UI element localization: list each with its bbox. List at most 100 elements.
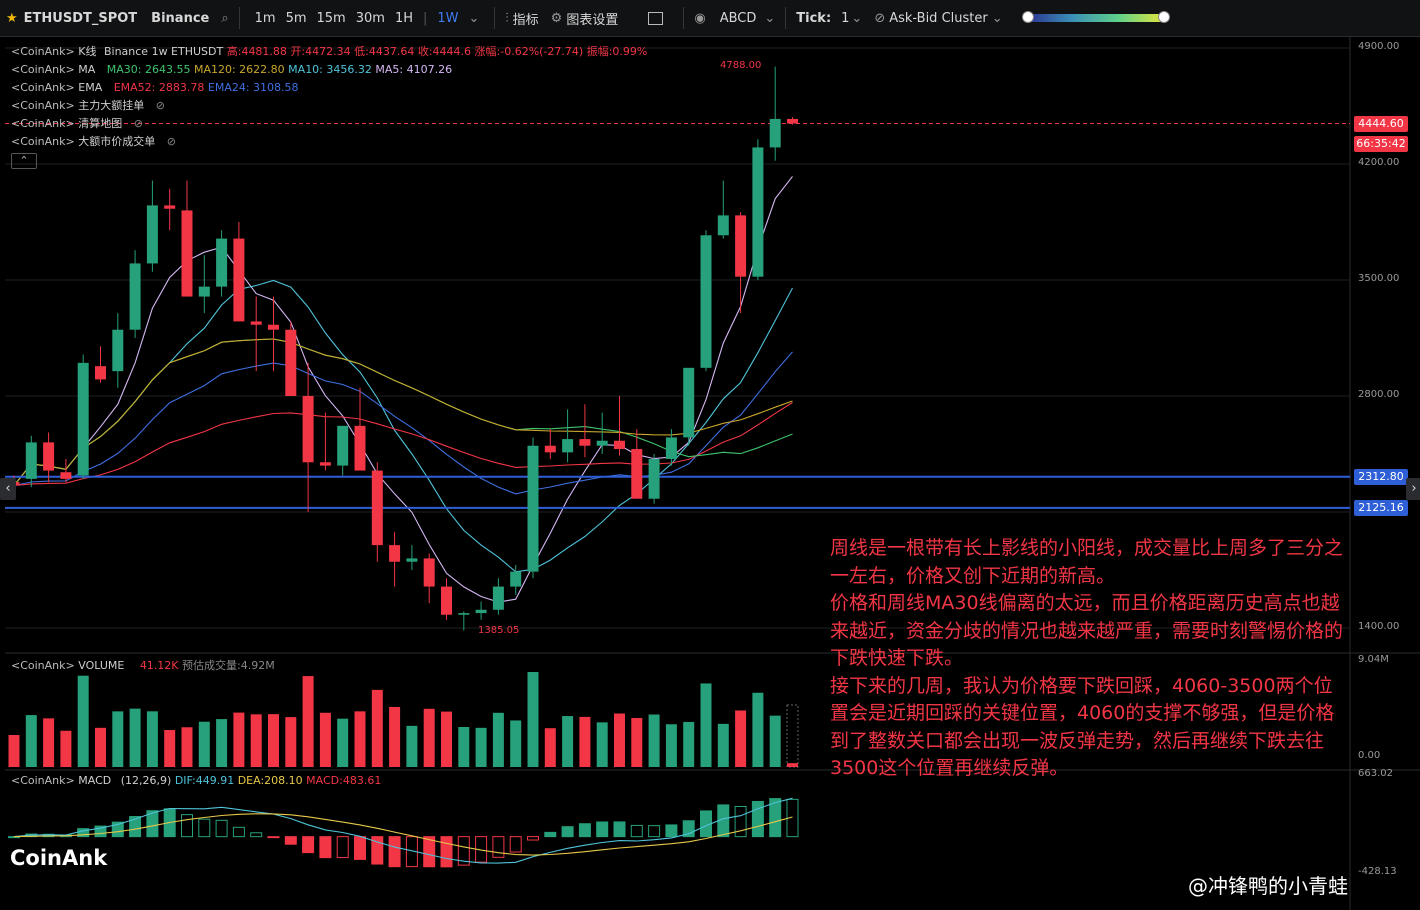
note-paragraph: 周线是一根带有长上影线的小阳线，成交量比上周多了三分之一左右，价格又创下近期的新…	[830, 537, 1344, 587]
legend-ma5: MA5: 4107.26	[375, 63, 453, 76]
volume-bar	[319, 712, 331, 767]
legend-source: <CoinAnk>	[11, 99, 75, 112]
macd-histogram-bar	[354, 836, 366, 860]
candle-body	[562, 439, 574, 453]
legend-name: K线	[78, 45, 97, 58]
analysis-note: 周线是一根带有长上影线的小阳线，成交量比上周多了三分之一左右，价格又创下近期的新…	[830, 535, 1350, 783]
candle-body	[319, 462, 331, 466]
eye-off-icon[interactable]: ⊘	[156, 99, 165, 112]
scroll-left-button[interactable]: ‹	[0, 478, 16, 500]
candle-body	[354, 425, 366, 471]
legend-name: EMA	[78, 81, 103, 94]
legend-high: 高:4481.88	[226, 45, 287, 58]
tick-label: Tick:	[796, 10, 832, 26]
volume-bar	[371, 689, 383, 767]
candle-body	[233, 238, 245, 322]
legend-dif: DIF:449.91	[174, 774, 235, 787]
legend-ma: <CoinAnk> MA MA30: 2643.55 MA120: 2622.8…	[11, 63, 452, 77]
volume-bar	[735, 710, 747, 767]
chevron-down-icon[interactable]: ⌄	[464, 11, 485, 26]
coinank-watermark: CoinAnk	[10, 846, 108, 870]
star-icon[interactable]: ★	[6, 11, 18, 26]
scroll-right-button[interactable]: ›	[1406, 478, 1420, 500]
legend-name: VOLUME	[78, 659, 125, 672]
volume-bar	[112, 711, 124, 767]
volume-bar	[631, 717, 643, 767]
legend-ma30: MA30: 2643.55	[106, 63, 191, 76]
symbol-selector[interactable]: ★ ETHUSDT_SPOT Binance ⌕	[0, 0, 235, 36]
heatmap-gradient-slider[interactable]	[1021, 11, 1170, 23]
legend-low: 低:4437.64	[354, 45, 415, 58]
legend-dea: DEA:208.10	[237, 774, 303, 787]
candle-body	[492, 586, 504, 610]
candle-body	[146, 205, 158, 264]
current-price-tag: 4444.60	[1354, 116, 1408, 132]
divider	[238, 7, 240, 29]
interval-30m[interactable]: 30m	[351, 11, 390, 26]
candle-body	[406, 558, 418, 562]
volume-bar	[458, 727, 470, 767]
candle-body	[164, 205, 176, 209]
legend-source: <CoinAnk>	[11, 659, 75, 672]
legend-ema: <CoinAnk> EMA EMA52: 2883.78 EMA24: 3108…	[11, 81, 299, 95]
candle-body	[77, 362, 89, 476]
collapse-legend-button[interactable]: ⌃	[11, 153, 37, 169]
candle-body	[683, 367, 695, 438]
square-icon	[648, 11, 664, 25]
volume-bar	[700, 683, 712, 767]
divider	[683, 7, 685, 29]
divider	[494, 7, 496, 29]
interval-15m[interactable]: 15m	[312, 11, 351, 26]
macd-histogram-bar	[440, 836, 453, 868]
interval-1w[interactable]: 1W	[432, 11, 463, 26]
legend-large-trades: <CoinAnk> 大额市价成交单 ⊘	[11, 135, 176, 149]
candle-body	[648, 458, 660, 499]
chart-settings-button[interactable]: ⚙ 图表设置	[545, 0, 625, 36]
chevron-down-icon: ⌄	[764, 10, 776, 26]
legend-macd-value: MACD:483.61	[306, 774, 382, 787]
legend-kline: <CoinAnk> K线 Binance 1w ETHUSDT 高:4481.8…	[11, 45, 647, 59]
slider-handle-left[interactable]	[1021, 11, 1034, 23]
interval-5m[interactable]: 5m	[281, 11, 312, 26]
tick-selector[interactable]: Tick: 1 ⌄	[790, 0, 868, 36]
candle-body	[665, 437, 677, 459]
eye-off-icon[interactable]: ⊘	[134, 117, 143, 130]
volume-bar	[43, 718, 55, 767]
cluster-selector[interactable]: ⊘ Ask-Bid Cluster ⌄	[868, 0, 1008, 36]
legend-ema52: EMA52: 2883.78	[113, 81, 205, 94]
volume-bar	[77, 675, 89, 767]
volume-bar	[181, 727, 193, 767]
volume-bar	[648, 714, 660, 767]
fullscreen-button[interactable]	[642, 0, 669, 36]
volume-bar	[579, 716, 591, 767]
candle-body	[700, 235, 712, 368]
legend-source: <CoinAnk>	[11, 135, 75, 148]
legend-volume: <CoinAnk> VOLUME 41.12K 预估成交量:4.92M	[11, 659, 275, 673]
cluster-icon: ⊘	[874, 10, 886, 26]
macd-histogram-bar	[284, 836, 297, 845]
author-credit: @冲锋鸭的小青蛙	[1188, 874, 1348, 898]
legend-name: 大额市价成交单	[78, 135, 156, 148]
search-icon[interactable]: ⌕	[221, 11, 228, 26]
volume-bar	[302, 676, 314, 767]
macd-histogram-bar	[578, 823, 591, 838]
legend-name: 主力大额挂单	[78, 99, 145, 112]
eye-off-icon[interactable]: ⊘	[167, 135, 176, 148]
candle-body	[129, 263, 141, 330]
interval-1m[interactable]: 1m	[250, 11, 281, 26]
tick-value: 1	[841, 10, 850, 26]
interval-1h[interactable]: 1H	[390, 11, 418, 26]
candle-body	[717, 215, 729, 236]
indicators-button[interactable]: ⫶ 指标	[499, 0, 544, 36]
settings-label: 图表设置	[566, 12, 619, 28]
candle-body	[95, 366, 106, 380]
volume-bar	[354, 711, 366, 767]
high-annotation: 4788.00	[720, 60, 762, 71]
macd-histogram-bar	[302, 836, 315, 854]
volume-bar	[787, 763, 798, 767]
candle-body	[631, 449, 643, 499]
pattern-selector[interactable]: ◉ ABCD ⌄	[688, 0, 781, 36]
candle-body	[389, 545, 401, 562]
legend-source: <CoinAnk>	[11, 63, 75, 76]
slider-handle-right[interactable]	[1157, 11, 1170, 23]
